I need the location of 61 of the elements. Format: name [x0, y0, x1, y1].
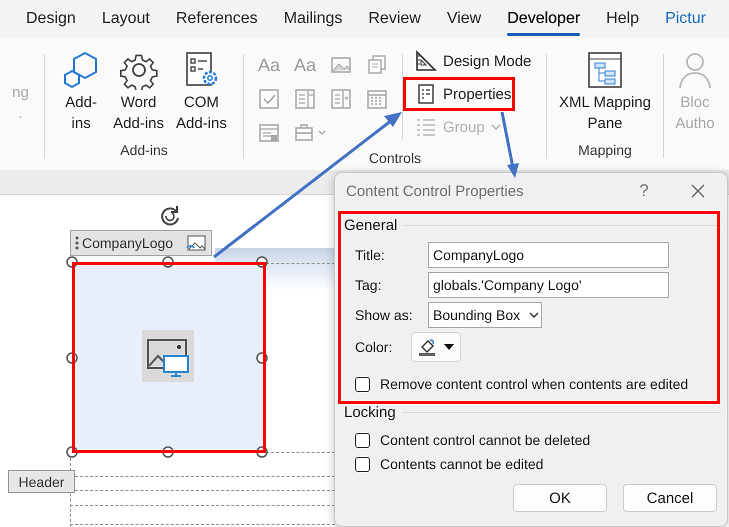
ribbon-button[interactable]: Properties: [409, 79, 538, 109]
image-swap-icon[interactable]: [185, 234, 207, 252]
color-picker-button[interactable]: [411, 332, 461, 362]
ribbon-button[interactable]: Word Add-ins: [110, 46, 167, 142]
ribbon-tab[interactable]: Review: [368, 2, 421, 36]
resize-handle[interactable]: [66, 352, 78, 364]
resize-handle[interactable]: [256, 352, 268, 364]
ruler-triangle-icon: [415, 50, 437, 72]
picture-placeholder-icon[interactable]: [142, 330, 194, 382]
caret-icon: [529, 310, 539, 320]
checkbox-label: Contents cannot be edited: [380, 456, 544, 472]
content-control-tag[interactable]: CompanyLogo: [70, 230, 212, 256]
caret-icon: [490, 122, 501, 132]
ribbon-tab[interactable]: Mailings: [284, 2, 342, 36]
checkbox-label: Content control cannot be deleted: [380, 432, 590, 448]
dialog-title: Content Control Properties: [346, 182, 525, 200]
ribbon-tab[interactable]: Pictur: [665, 2, 706, 36]
resize-handle[interactable]: [66, 256, 78, 268]
drag-handle-icon[interactable]: [75, 235, 79, 251]
resize-handle[interactable]: [162, 446, 174, 458]
field-label: Title:: [355, 247, 386, 263]
ribbon-tab[interactable]: Developer: [507, 2, 580, 36]
ribbon-tab[interactable]: Help: [606, 2, 640, 36]
resize-handle[interactable]: [162, 256, 174, 268]
ribbon-button[interactable]: XML Mapping Pane: [556, 46, 654, 142]
close-icon[interactable]: [690, 183, 706, 199]
group-label: Mapping: [577, 142, 633, 158]
field-label: Color:: [355, 339, 394, 355]
resize-handle[interactable]: [66, 446, 78, 458]
dialog-button[interactable]: Cancel: [623, 484, 717, 512]
help-button[interactable]: ?: [619, 181, 669, 201]
content-control-title: CompanyLogo: [82, 235, 174, 251]
show-as-dropdown[interactable]: Bounding Box: [428, 302, 542, 328]
resize-handle[interactable]: [256, 446, 268, 458]
ribbon-tab[interactable]: Layout: [102, 2, 150, 36]
paint-bucket-icon: [418, 337, 438, 357]
caret-icon: [444, 344, 454, 350]
section-label: Locking: [344, 404, 396, 421]
field-label: Show as:: [355, 307, 414, 323]
section-label: General: [344, 217, 398, 234]
tag-input[interactable]: globals.'Company Logo': [428, 272, 669, 298]
ribbon-tab[interactable]: References: [176, 2, 258, 36]
title-input[interactable]: CompanyLogo: [428, 242, 669, 268]
tree-diagram-icon: [585, 50, 625, 90]
ribbon-tab[interactable]: Design: [26, 2, 76, 36]
ribbon-button[interactable]: Design Mode: [409, 46, 538, 76]
group-label: Add-ins: [119, 142, 169, 158]
checkbox-icon[interactable]: [258, 88, 280, 110]
ribbon-button[interactable]: COM Add-ins: [173, 46, 230, 142]
checkbox-label: Remove content control when contents are edited: [380, 376, 688, 392]
field-label: Tag:: [355, 277, 382, 293]
checkbox[interactable]: [355, 432, 370, 448]
ribbon-tab[interactable]: View: [446, 2, 482, 36]
group-label: Controls: [368, 150, 422, 166]
resize-handle[interactable]: [256, 256, 268, 268]
dialog-button[interactable]: OK: [513, 484, 607, 512]
ribbon-button[interactable]: Add- ins: [58, 46, 104, 142]
checkbox[interactable]: [355, 456, 370, 472]
arrow: [500, 112, 519, 178]
header-tag: Header: [8, 470, 75, 493]
checkbox[interactable]: [355, 376, 370, 392]
